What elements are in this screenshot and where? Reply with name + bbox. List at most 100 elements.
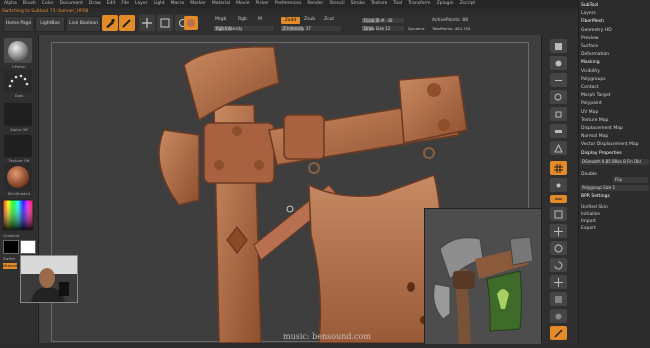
dynamic-toggle[interactable]: Dynamic — [408, 26, 425, 31]
flip-button[interactable]: Flip — [613, 177, 648, 183]
zcut-toggle[interactable]: Zcut — [324, 17, 334, 22]
menu-preferences[interactable]: Preferences — [275, 0, 301, 8]
menu-zplugin[interactable]: Zplugin — [437, 0, 454, 8]
palette-fibermesh[interactable]: FiberMesh — [581, 19, 604, 24]
palette-polygroups[interactable]: Polygroups — [581, 77, 606, 82]
scale-tool-button[interactable] — [157, 15, 173, 31]
palette-morph-target[interactable]: Morph Target — [581, 93, 611, 98]
draw-tool-button[interactable] — [119, 15, 135, 31]
menu-file[interactable]: File — [121, 0, 129, 8]
menu-texture[interactable]: Texture — [371, 0, 387, 8]
local-button[interactable] — [550, 178, 567, 192]
export-header[interactable]: Export — [581, 226, 596, 231]
spix-button[interactable] — [550, 56, 567, 70]
color-picker[interactable] — [2, 199, 34, 231]
palette-texture-map[interactable]: Texture Map — [581, 118, 608, 123]
m-toggle[interactable]: M — [258, 17, 262, 22]
palette-vector-displacement-map[interactable]: Vector Displacement Map — [581, 142, 639, 147]
menu-tool[interactable]: Tool — [393, 0, 402, 8]
menu-picker[interactable]: Picker — [255, 0, 268, 8]
menu-brush[interactable]: Brush — [23, 0, 36, 8]
transp-button[interactable] — [550, 292, 567, 306]
focal-shift-slider[interactable]: Focal Shift -38 — [362, 18, 404, 23]
floor-button[interactable] — [550, 161, 567, 175]
menu-document[interactable]: Document — [60, 0, 83, 8]
draw-size-slider[interactable]: Draw Size 12 — [362, 26, 404, 31]
menu-edit[interactable]: Edit — [107, 0, 116, 8]
menu-alpha[interactable]: Alpha — [4, 0, 17, 8]
bpr-settings-header[interactable]: BPR Settings — [581, 194, 610, 199]
menu-color[interactable]: Color — [42, 0, 54, 8]
palette-surface[interactable]: Surface — [581, 44, 598, 49]
palette-deformation[interactable]: Deformation — [581, 52, 609, 57]
zadd-toggle[interactable]: Zadd — [281, 17, 300, 24]
palette-contact[interactable]: Contact — [581, 85, 599, 90]
alpha-slot[interactable] — [4, 103, 32, 126]
unified-skin-header[interactable]: Unified Skin — [581, 205, 608, 210]
move-tool-button[interactable] — [139, 15, 155, 31]
palette-geometry-hd[interactable]: Geometry HD — [581, 28, 612, 33]
palette-normal-map[interactable]: Normal Map — [581, 134, 608, 139]
material-slot[interactable] — [4, 163, 32, 191]
xyz-button[interactable] — [550, 195, 567, 203]
z-intensity-slider[interactable]: Z Intensity 37 — [281, 26, 341, 31]
persp-icon — [554, 143, 563, 152]
rgb-intensity-slider[interactable]: Rgb Intensity — [214, 26, 274, 31]
zsub-toggle[interactable]: Zsub — [304, 17, 315, 22]
scroll-button[interactable] — [550, 73, 567, 87]
double-label: Double — [581, 172, 597, 177]
palette-layers[interactable]: Layers — [581, 11, 596, 16]
menu-material[interactable]: Material — [212, 0, 230, 8]
persp-button[interactable] — [550, 141, 567, 155]
secondary-color-swatch[interactable] — [3, 240, 19, 254]
menu-zscript[interactable]: Zscript — [460, 0, 476, 8]
initialize-header[interactable]: Initialize — [581, 212, 600, 217]
import-header[interactable]: Import — [581, 219, 596, 224]
aahalf-button[interactable] — [550, 124, 567, 138]
menu-movie[interactable]: Movie — [236, 0, 249, 8]
texture-slot[interactable] — [4, 135, 32, 157]
menu-render[interactable]: Render — [307, 0, 323, 8]
polyf-button[interactable] — [550, 275, 567, 289]
zoom-button[interactable] — [550, 90, 567, 104]
menu-transform[interactable]: Transform — [408, 0, 430, 8]
palette-masking[interactable]: Masking — [581, 60, 600, 65]
brush-slot[interactable] — [4, 38, 32, 63]
menu-stencil[interactable]: Stencil — [329, 0, 344, 8]
frame-button[interactable] — [550, 207, 567, 221]
bpr-button[interactable] — [550, 39, 567, 53]
rgb-toggle[interactable]: Rgb — [238, 17, 247, 22]
edit-tool-button[interactable] — [102, 15, 118, 31]
polygroup-size-slider[interactable]: Polygroup Size 1 — [580, 185, 649, 191]
alternate-button[interactable]: Alternate — [3, 263, 17, 269]
menu-layer[interactable]: Layer — [135, 0, 148, 8]
palette-polypaint[interactable]: Polypaint — [581, 101, 602, 106]
palette-preview[interactable]: Preview — [581, 36, 599, 41]
palette-uv-map[interactable]: UV Map — [581, 110, 598, 115]
palette-display-properties[interactable]: Display Properties — [581, 151, 622, 156]
lightbox-button[interactable]: LightBox — [35, 16, 65, 32]
palette-visibility[interactable]: Visibility — [581, 69, 600, 74]
rotate-view-button[interactable] — [550, 258, 567, 272]
menu-macro[interactable]: Macro — [171, 0, 185, 8]
display-properties-row[interactable]: DSmooth 0.85 BRes B Fin Dbl — [580, 159, 649, 165]
actual-button[interactable] — [550, 107, 567, 121]
mrgb-toggle[interactable]: Mrgb — [215, 17, 226, 22]
menu-draw[interactable]: Draw — [89, 0, 101, 8]
zoom3d-button[interactable] — [550, 241, 567, 255]
material-swatch-button[interactable] — [184, 16, 198, 30]
stroke-slot[interactable] — [4, 70, 32, 92]
live-boolean-button[interactable]: Live Boolean — [66, 16, 101, 32]
menu-stroke[interactable]: Stroke — [351, 0, 365, 8]
transparency-icon — [555, 295, 562, 303]
scroll-icon — [555, 79, 562, 81]
palette-subtool[interactable]: SubTool — [581, 3, 598, 8]
solo-button[interactable] — [550, 326, 567, 340]
home-page-button[interactable]: Home Page — [3, 16, 34, 32]
palette-displacement-map[interactable]: Displacement Map — [581, 126, 623, 131]
primary-color-swatch[interactable] — [20, 240, 36, 254]
ghost-button[interactable] — [550, 309, 567, 323]
move-view-button[interactable] — [550, 224, 567, 238]
menu-marker[interactable]: Marker — [190, 0, 206, 8]
menu-light[interactable]: Light — [153, 0, 164, 8]
